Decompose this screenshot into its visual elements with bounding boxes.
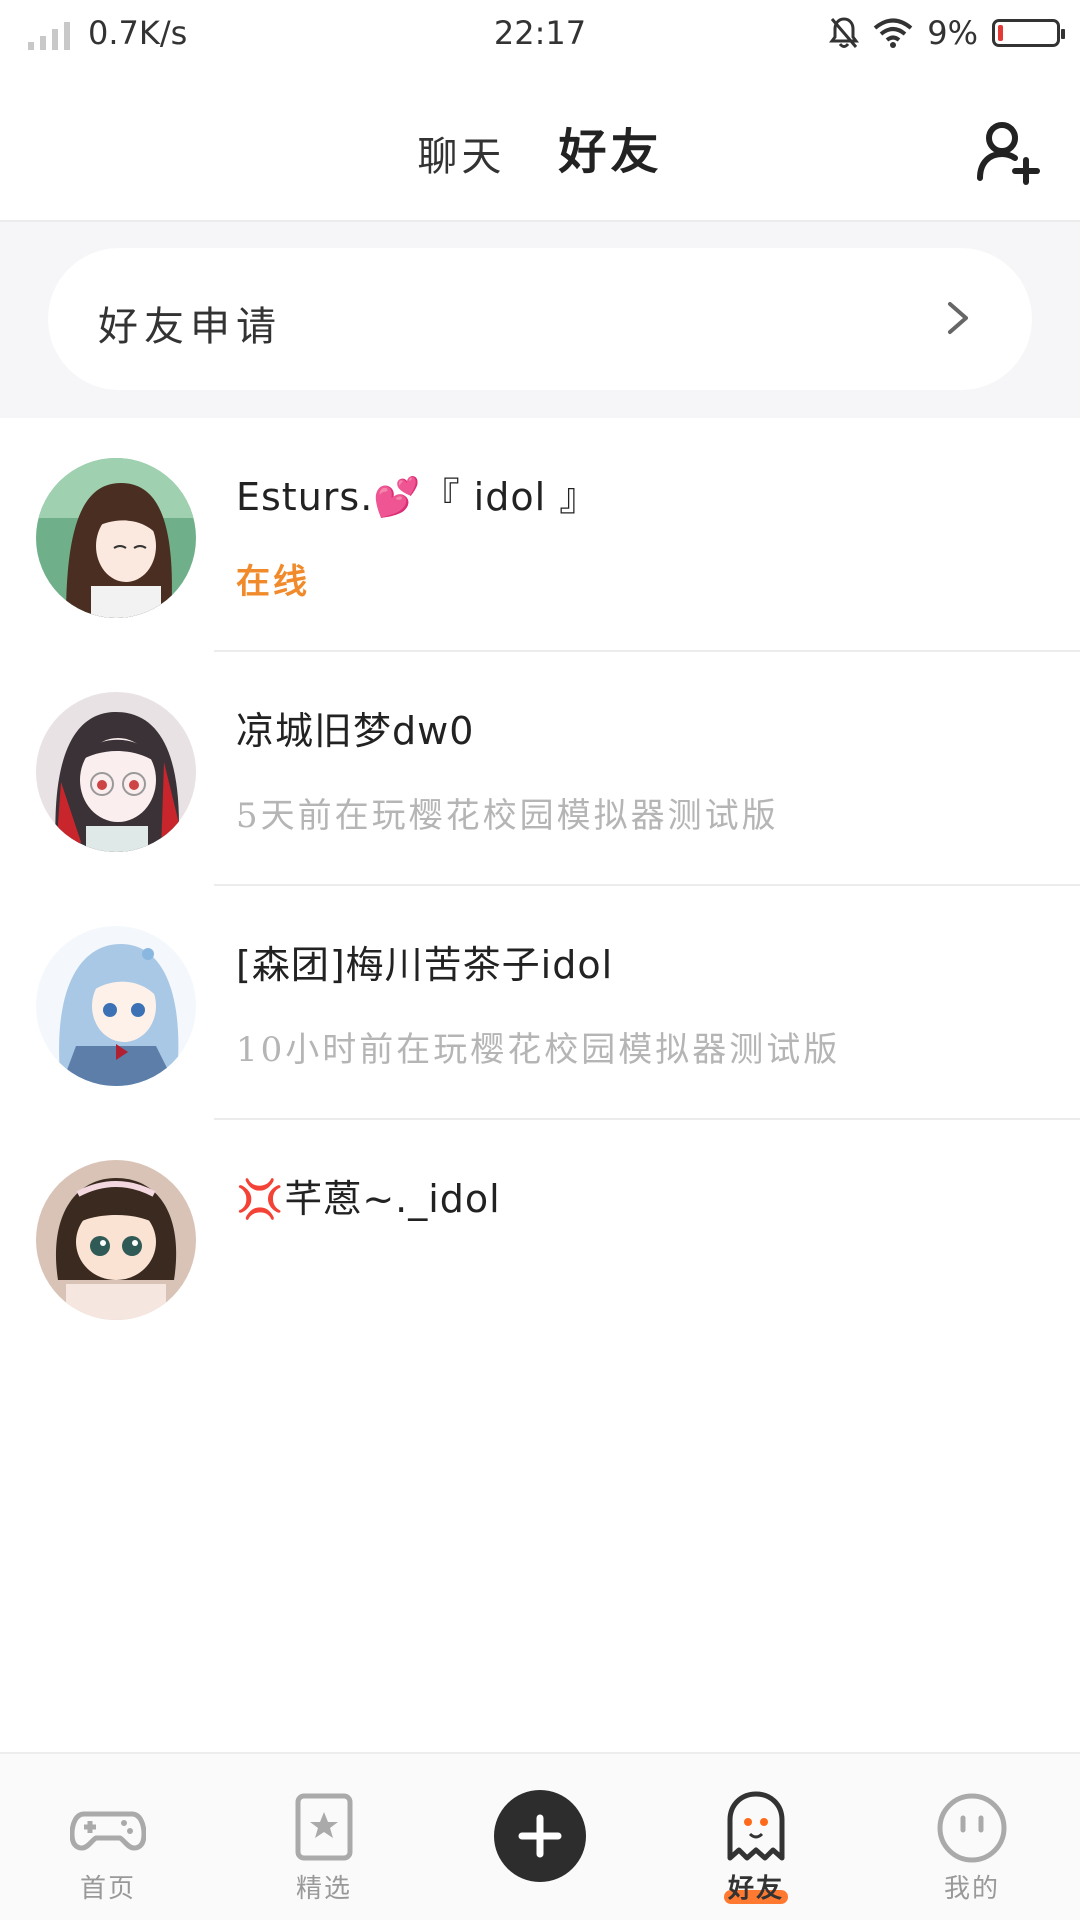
nav-friends[interactable]: 好友 [648, 1754, 864, 1922]
friend-row[interactable]: [森团]梅川苦茶子idol 10小时前在玩樱花校园模拟器测试版 [0, 886, 1080, 1120]
battery-level [998, 25, 1003, 41]
ghost-icon [727, 1791, 785, 1861]
friend-row[interactable]: Esturs.💕『 idol 』 在线 [0, 418, 1080, 652]
chevron-right-icon [948, 302, 968, 334]
avatar[interactable] [36, 926, 196, 1086]
tab-friends[interactable]: 好友 [558, 112, 663, 236]
header: 聊天 好友 [0, 72, 1080, 236]
nav-featured[interactable]: 精选 [216, 1754, 432, 1922]
friend-requests-label: 好友申请 [98, 304, 282, 350]
friend-name: Esturs.💕『 idol 』 [236, 475, 599, 519]
create-button[interactable] [494, 1790, 586, 1882]
tab-bar: 聊天 好友 [0, 112, 1080, 236]
nav-label: 首页 [79, 1874, 136, 1904]
tab-chat[interactable]: 聊天 [417, 124, 505, 182]
bottom-nav: 首页 精选 好友 我的 [0, 1752, 1080, 1920]
friend-status: 5天前在玩樱花校园模拟器测试版 [236, 796, 779, 836]
avatar[interactable] [36, 692, 196, 852]
friend-row[interactable]: 凉城旧梦dw0 5天前在玩樱花校园模拟器测试版 [0, 652, 1080, 886]
wifi-icon [873, 18, 913, 48]
star-bookmark-icon [295, 1793, 353, 1861]
nav-label: 我的 [943, 1874, 1000, 1904]
friend-list: Esturs.💕『 idol 』 在线 凉城旧梦dw0 5天前在玩樱花校园模拟器… [0, 418, 1080, 1354]
smiley-icon [937, 1793, 1007, 1863]
nav-home[interactable]: 首页 [0, 1754, 216, 1922]
tab-friends-label: 好友 [558, 124, 663, 180]
nav-label: 好友 [727, 1874, 784, 1904]
friend-requests-section: 好友申请 [0, 222, 1080, 418]
mute-bell-icon [829, 17, 860, 48]
friend-status: 10小时前在玩樱花校园模拟器测试版 [236, 1030, 841, 1070]
friend-row[interactable]: 💢芊蒽~._idol [0, 1120, 1080, 1354]
battery-icon [992, 19, 1065, 47]
plus-icon [518, 1814, 562, 1858]
battery-percent: 9% [927, 14, 978, 52]
avatar[interactable] [36, 1160, 196, 1320]
nav-label: 精选 [295, 1874, 352, 1904]
friend-name: 💢芊蒽~._idol [236, 1177, 501, 1221]
status-right: 9% [829, 14, 1065, 52]
gamepad-icon [70, 1811, 146, 1851]
friend-requests-button[interactable]: 好友申请 [48, 248, 1032, 390]
avatar[interactable] [36, 458, 196, 618]
friend-status: 在线 [236, 562, 310, 602]
nav-me[interactable]: 我的 [864, 1754, 1080, 1922]
status-bar: 0.7K/s 22:17 9% [0, 0, 1080, 72]
friend-name: [森团]梅川苦茶子idol [236, 943, 614, 987]
friend-name: 凉城旧梦dw0 [236, 709, 475, 753]
add-user-icon[interactable] [974, 118, 1042, 186]
